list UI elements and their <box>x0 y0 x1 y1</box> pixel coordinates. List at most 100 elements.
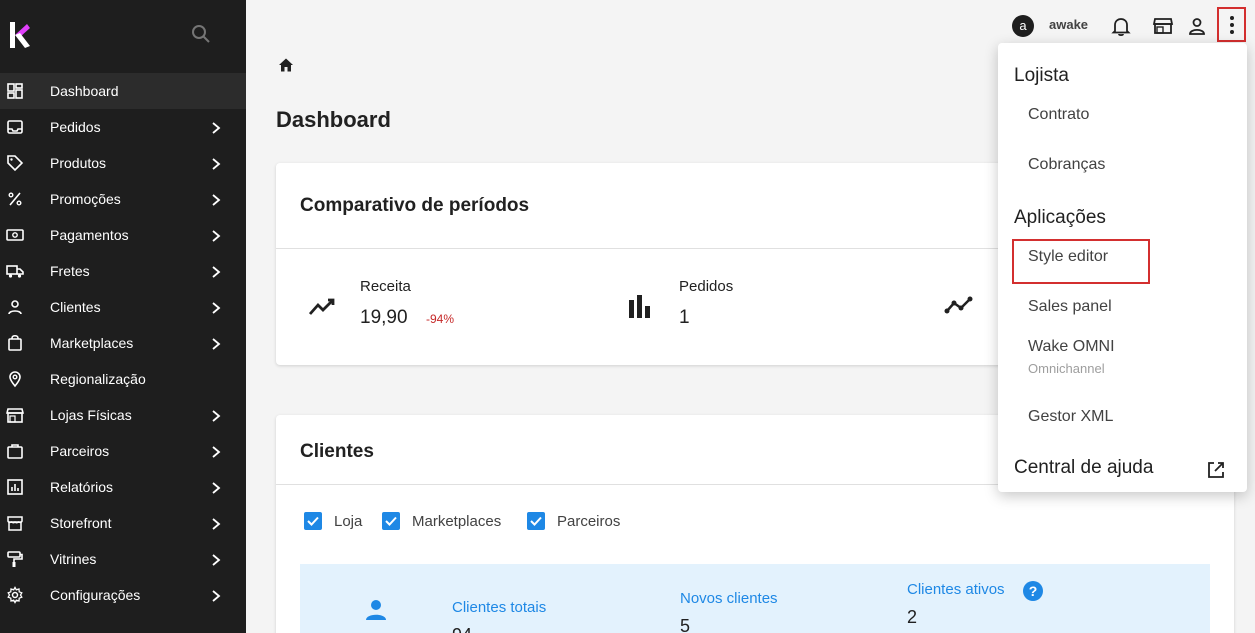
chevron-right-icon <box>212 230 221 242</box>
sidebar-item-label: Configurações <box>50 587 141 603</box>
sidebar-item-label: Relatórios <box>50 479 114 495</box>
chevron-right-icon <box>212 590 221 602</box>
checkbox-label: Parceiros <box>557 512 621 530</box>
sidebar-item-configuracoes[interactable]: Configurações <box>0 577 246 613</box>
menu-section-title: Aplicações <box>1014 207 1106 228</box>
checkbox-loja[interactable]: Loja <box>304 512 362 530</box>
menu-item-central-ajuda[interactable]: Central de ajuda <box>1014 457 1153 479</box>
sidebar-item-label: Promoções <box>50 191 121 207</box>
help-icon[interactable]: ? <box>1023 581 1043 601</box>
tag-icon <box>7 155 24 172</box>
sidebar-item-marketplaces[interactable]: Marketplaces <box>0 325 246 361</box>
menu-item-subtitle: Omnichannel <box>1028 361 1105 376</box>
sidebar: Dashboard Pedidos Produtos Promoções Pag… <box>0 0 246 633</box>
card-title: Comparativo de períodos <box>300 195 530 216</box>
person-icon <box>8 300 22 315</box>
line-chart-icon <box>944 296 973 314</box>
bell-icon[interactable] <box>1110 15 1132 37</box>
chevron-right-icon <box>212 194 221 206</box>
search-icon[interactable] <box>191 24 211 44</box>
sidebar-item-pagamentos[interactable]: Pagamentos <box>0 217 246 253</box>
money-icon <box>6 229 24 241</box>
metric-label: Pedidos <box>679 278 734 295</box>
location-pin-icon <box>9 371 21 388</box>
chevron-right-icon <box>212 410 221 422</box>
checkbox-label: Marketplaces <box>412 512 502 530</box>
sidebar-item-label: Storefront <box>50 515 112 531</box>
checkbox-checked-icon[interactable] <box>527 512 545 530</box>
stat-label: Novos clientes <box>680 590 778 607</box>
home-icon[interactable] <box>278 57 294 73</box>
options-menu: Lojista Contrato Cobranças Aplicações St… <box>998 43 1247 492</box>
chevron-right-icon <box>212 518 221 530</box>
sidebar-item-clientes[interactable]: Clientes <box>0 289 246 325</box>
username-label[interactable]: awake <box>1049 17 1088 32</box>
dashboard-icon <box>7 83 23 99</box>
sidebar-item-label: Fretes <box>50 263 90 279</box>
chevron-right-icon <box>212 554 221 566</box>
sidebar-item-label: Regionalização <box>50 371 146 387</box>
sidebar-item-produtos[interactable]: Produtos <box>0 145 246 181</box>
briefcase-icon <box>7 444 23 459</box>
metric-delta: -94% <box>426 312 455 326</box>
truck-icon <box>6 265 24 278</box>
chevron-right-icon <box>212 482 221 494</box>
storefront-icon <box>7 516 23 531</box>
chevron-right-icon <box>212 446 221 458</box>
user-icon[interactable] <box>1186 15 1208 37</box>
sidebar-item-regionalizacao[interactable]: Regionalização <box>0 361 246 397</box>
shopping-bag-icon <box>8 334 22 351</box>
sidebar-item-lojas-fisicas[interactable]: Lojas Físicas <box>0 397 246 433</box>
sidebar-item-label: Lojas Físicas <box>50 407 132 423</box>
stat-label: Clientes ativos <box>907 581 1005 598</box>
sidebar-item-storefront[interactable]: Storefront <box>0 505 246 541</box>
avatar[interactable]: a <box>1012 15 1034 37</box>
page-title: Dashboard <box>276 107 391 132</box>
gear-icon <box>7 586 23 604</box>
sidebar-item-label: Clientes <box>50 299 101 315</box>
more-options-button[interactable] <box>1217 7 1246 42</box>
sidebar-item-vitrines[interactable]: Vitrines <box>0 541 246 577</box>
menu-item-sales-panel[interactable]: Sales panel <box>1028 298 1112 316</box>
checkbox-parceiros[interactable]: Parceiros <box>527 512 620 530</box>
report-icon <box>7 479 23 495</box>
menu-item-style-editor[interactable]: Style editor <box>1028 248 1108 266</box>
sidebar-item-promocoes[interactable]: Promoções <box>0 181 246 217</box>
card-title: Clientes <box>300 441 374 462</box>
checkbox-label: Loja <box>334 512 363 530</box>
paint-roller-icon <box>7 551 23 567</box>
external-link-icon[interactable] <box>1206 460 1226 480</box>
checkbox-checked-icon[interactable] <box>304 512 322 530</box>
menu-item-wake-omni[interactable]: Wake OMNI <box>1028 338 1115 356</box>
sidebar-nav: Dashboard Pedidos Produtos Promoções Pag… <box>0 73 246 613</box>
clientes-stats: Clientes totais 94 Novos clientes 5 Clie… <box>300 564 1210 633</box>
menu-section-title: Lojista <box>1014 65 1069 86</box>
checkbox-marketplaces[interactable]: Marketplaces <box>382 512 501 530</box>
percent-icon <box>8 192 22 206</box>
menu-item-gestor-xml[interactable]: Gestor XML <box>1028 408 1113 426</box>
inbox-icon <box>7 120 23 134</box>
stat-value: 2 <box>907 607 918 627</box>
sidebar-item-relatorios[interactable]: Relatórios <box>0 469 246 505</box>
sidebar-item-label: Marketplaces <box>50 335 134 351</box>
sidebar-item-dashboard[interactable]: Dashboard <box>0 73 246 109</box>
sidebar-item-parceiros[interactable]: Parceiros <box>0 433 246 469</box>
bar-chart-icon <box>629 295 650 318</box>
chevron-right-icon <box>212 338 221 350</box>
person-icon <box>366 600 386 620</box>
sidebar-item-label: Dashboard <box>50 83 119 99</box>
stat-value: 94 <box>452 625 472 633</box>
menu-item-cobrancas[interactable]: Cobranças <box>1028 156 1105 174</box>
stat-label: Clientes totais <box>452 599 547 616</box>
menu-item-contrato[interactable]: Contrato <box>1028 106 1089 124</box>
trending-up-icon <box>308 298 335 315</box>
chevron-right-icon <box>212 158 221 170</box>
k-logo-icon[interactable] <box>8 20 32 50</box>
sidebar-item-fretes[interactable]: Fretes <box>0 253 246 289</box>
sidebar-item-pedidos[interactable]: Pedidos <box>0 109 246 145</box>
store-icon <box>6 408 24 423</box>
sidebar-item-label: Produtos <box>50 155 107 171</box>
chevron-right-icon <box>212 302 221 314</box>
checkbox-checked-icon[interactable] <box>382 512 400 530</box>
store-icon[interactable] <box>1152 15 1174 37</box>
